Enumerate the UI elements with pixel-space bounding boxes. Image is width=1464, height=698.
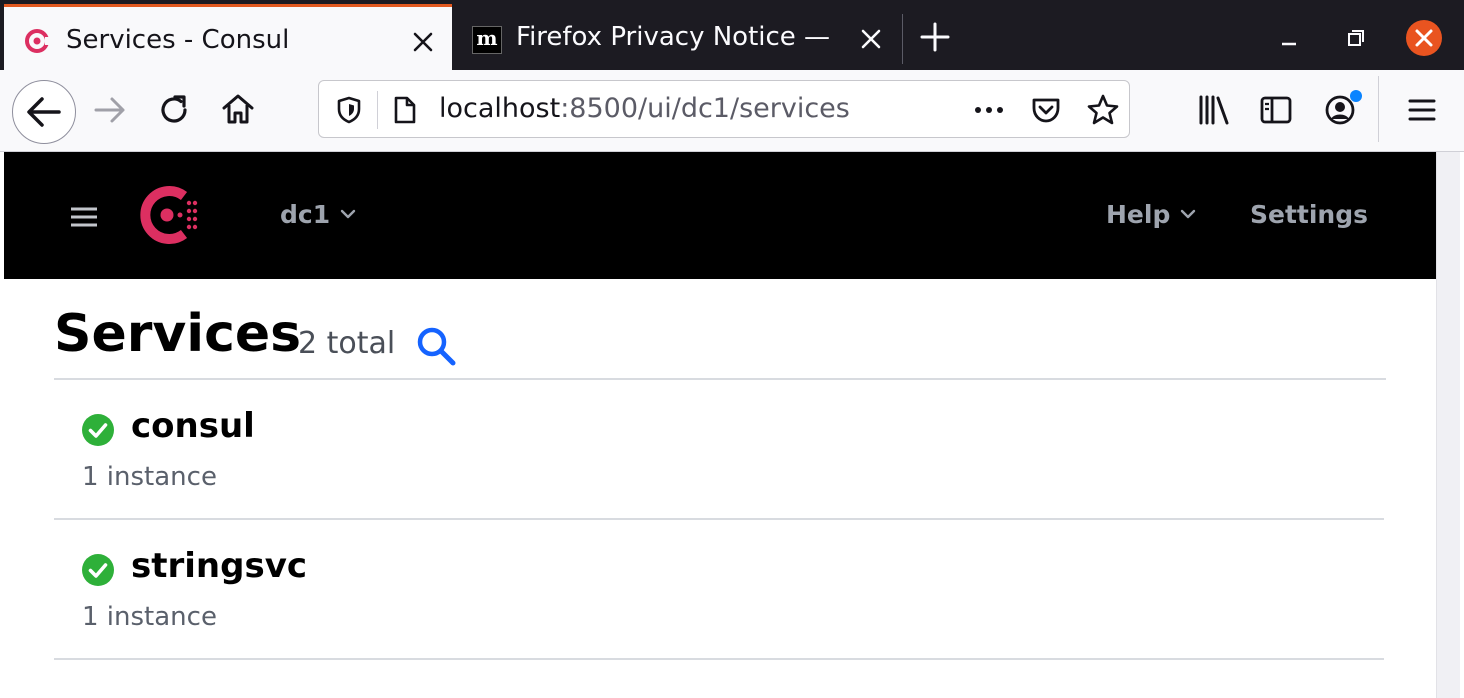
pocket-icon[interactable]	[1029, 93, 1063, 127]
page-icon[interactable]	[391, 95, 419, 125]
account-notification-dot	[1350, 90, 1362, 102]
library-icon[interactable]	[1196, 92, 1232, 128]
page-title: Services	[54, 304, 302, 364]
hamburger-menu-icon[interactable]	[70, 206, 98, 228]
tab-services-consul[interactable]: Services - Consul	[4, 4, 452, 70]
service-row-stringsvc[interactable]: stringsvc 1 instance	[54, 520, 1384, 660]
chevron-down-icon	[340, 209, 356, 219]
shield-icon[interactable]	[335, 95, 363, 125]
chevron-down-icon	[1181, 209, 1196, 219]
consul-logo[interactable]	[134, 182, 206, 248]
window-close-icon	[1415, 29, 1433, 47]
new-tab-icon[interactable]	[918, 20, 952, 54]
forward-icon[interactable]	[92, 92, 128, 128]
settings-link[interactable]: Settings	[1250, 200, 1368, 229]
services-total-count: 2 total	[298, 326, 396, 361]
menu-icon[interactable]	[1404, 92, 1440, 128]
reload-icon[interactable]	[156, 92, 192, 128]
consul-header: dc1 Help Settings	[4, 152, 1436, 279]
star-icon[interactable]	[1085, 92, 1121, 128]
address-bar[interactable]: localhost:8500/ui/dc1/services	[318, 80, 1130, 138]
tab-title: Firefox Privacy Notice —	[516, 22, 831, 52]
browser-tab-strip: Services - Consul m Firefox Privacy Noti…	[0, 0, 1464, 70]
browser-nav-toolbar: localhost:8500/ui/dc1/services	[0, 70, 1464, 152]
home-icon[interactable]	[220, 91, 256, 127]
tab-close-icon[interactable]	[410, 29, 436, 55]
tab-title: Services - Consul	[66, 25, 290, 55]
restore-icon[interactable]	[1338, 22, 1372, 56]
passing-check-icon	[82, 554, 114, 586]
page-scrollbar[interactable]	[1436, 152, 1460, 698]
url-path: :8500/ui/dc1/services	[560, 93, 850, 124]
service-name[interactable]: consul	[131, 406, 255, 446]
url-separator	[377, 91, 378, 129]
datacenter-dropdown[interactable]: dc1	[280, 200, 356, 229]
service-row-consul[interactable]: consul 1 instance	[54, 380, 1384, 520]
datacenter-label: dc1	[280, 200, 331, 229]
toolbar-separator	[1378, 76, 1379, 142]
url-text[interactable]: localhost:8500/ui/dc1/services	[439, 93, 850, 124]
tab-firefox-privacy-notice[interactable]: m Firefox Privacy Notice —	[452, 4, 902, 70]
window-close-button[interactable]	[1406, 20, 1442, 56]
back-icon	[27, 97, 61, 127]
service-instance-count: 1 instance	[82, 602, 217, 632]
passing-check-icon	[82, 414, 114, 446]
more-icon[interactable]	[971, 97, 1007, 123]
consul-favicon-icon	[25, 29, 50, 53]
sidebar-icon[interactable]	[1258, 92, 1294, 128]
service-instance-count: 1 instance	[82, 462, 217, 492]
search-icon[interactable]	[414, 324, 458, 368]
tab-separator	[902, 14, 903, 64]
tab-close-icon[interactable]	[858, 26, 884, 52]
url-host: localhost	[439, 93, 561, 124]
minimize-icon[interactable]	[1272, 22, 1306, 56]
service-name[interactable]: stringsvc	[131, 546, 307, 586]
back-button[interactable]	[12, 80, 76, 144]
mozilla-favicon-icon: m	[472, 26, 502, 54]
help-label: Help	[1106, 200, 1171, 229]
help-dropdown[interactable]: Help	[1106, 200, 1196, 229]
